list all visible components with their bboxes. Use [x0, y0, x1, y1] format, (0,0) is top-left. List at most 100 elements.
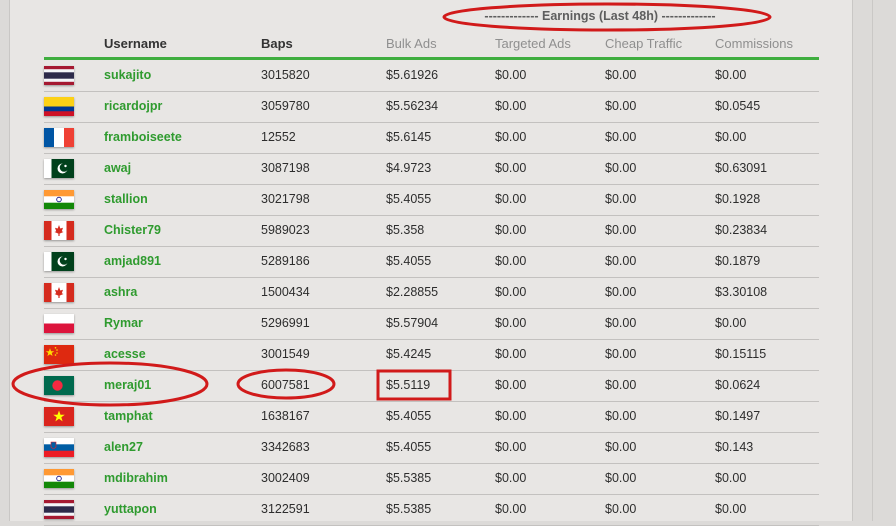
- column-header-username[interactable]: Username: [104, 36, 167, 51]
- username-link[interactable]: sukajito: [104, 68, 151, 82]
- cheap-traffic-cell: $0.00: [605, 347, 637, 361]
- baps-cell: 3001549: [261, 347, 310, 361]
- cheap-traffic-cell: $0.00: [605, 161, 637, 175]
- bulk-ads-cell: $2.28855: [386, 285, 439, 299]
- pakistan-flag: [44, 159, 74, 178]
- username-link[interactable]: tamphat: [104, 409, 153, 423]
- cheap-traffic-cell: $0.00: [605, 223, 637, 237]
- targeted-ads-cell: $0.00: [495, 130, 527, 144]
- targeted-ads-cell: $0.00: [495, 502, 527, 516]
- cheap-traffic-cell: $0.00: [605, 316, 637, 330]
- cheap-traffic-cell: $0.00: [605, 68, 637, 82]
- username-link[interactable]: ricardojpr: [104, 99, 162, 113]
- bulk-ads-cell: $5.57904: [386, 316, 439, 330]
- commissions-cell: $0.00: [715, 68, 747, 82]
- thailand-flag: [44, 66, 74, 85]
- table-row: alen27 3342683 $5.4055 $0.00 $0.00 $0.143: [44, 432, 819, 464]
- commissions-cell: $0.00: [715, 502, 747, 516]
- targeted-ads-cell: $0.00: [495, 192, 527, 206]
- bulk-ads-cell: $5.4245: [386, 347, 432, 361]
- username-link[interactable]: Chister79: [104, 223, 161, 237]
- bulk-ads-cell: $5.5385: [386, 471, 432, 485]
- table-row: awaj 3087198 $4.9723 $0.00 $0.00 $0.63091: [44, 153, 819, 185]
- cheap-traffic-cell: $0.00: [605, 502, 637, 516]
- baps-cell: 3087198: [261, 161, 310, 175]
- baps-cell: 3059780: [261, 99, 310, 113]
- china-flag: [44, 345, 74, 364]
- cheap-traffic-cell: $0.00: [605, 130, 637, 144]
- bulk-ads-cell: $5.5119: [386, 378, 431, 392]
- commissions-cell: $0.143: [715, 440, 754, 454]
- column-header-bulk-ads[interactable]: Bulk Ads: [386, 36, 437, 51]
- commissions-cell: $0.23834: [715, 223, 768, 237]
- commissions-cell: $0.1879: [715, 254, 761, 268]
- username-link[interactable]: acesse: [104, 347, 146, 361]
- username-link[interactable]: framboiseete: [104, 130, 182, 144]
- slovenia-flag: [44, 438, 74, 457]
- cheap-traffic-cell: $0.00: [605, 378, 637, 392]
- india-flag: [44, 190, 74, 209]
- username-link[interactable]: amjad891: [104, 254, 161, 268]
- bulk-ads-cell: $5.61926: [386, 68, 439, 82]
- vietnam-flag: [44, 407, 74, 426]
- thailand-flag: [44, 500, 74, 519]
- table-row: mdibrahim 3002409 $5.5385 $0.00 $0.00 $0.00: [44, 463, 819, 495]
- cheap-traffic-cell: $0.00: [605, 254, 637, 268]
- username-link[interactable]: stallion: [104, 192, 148, 206]
- column-header-baps[interactable]: Baps: [261, 36, 293, 51]
- table-row: tamphat 1638167 $5.4055 $0.00 $0.00 $0.1497: [44, 401, 819, 433]
- commissions-cell: $0.0545: [715, 99, 761, 113]
- username-link[interactable]: mdibrahim: [104, 471, 168, 485]
- table-row: yuttapon 3122591 $5.5385 $0.00 $0.00 $0.00: [44, 494, 819, 526]
- earnings-group-label: ------------- Earnings (Last 48h) ------…: [484, 9, 716, 23]
- targeted-ads-cell: $0.00: [495, 223, 527, 237]
- username-link[interactable]: alen27: [104, 440, 143, 454]
- targeted-ads-cell: $0.00: [495, 440, 527, 454]
- cheap-traffic-cell: $0.00: [605, 192, 637, 206]
- targeted-ads-cell: $0.00: [495, 316, 527, 330]
- column-header-cheap-traffic[interactable]: Cheap Traffic: [605, 36, 682, 51]
- bangladesh-flag: [44, 376, 74, 395]
- baps-cell: 5289186: [261, 254, 310, 268]
- table-row: stallion 3021798 $5.4055 $0.00 $0.00 $0.1928: [44, 184, 819, 216]
- france-flag: [44, 128, 74, 147]
- username-link[interactable]: meraj01: [104, 378, 151, 392]
- targeted-ads-cell: $0.00: [495, 68, 527, 82]
- bulk-ads-cell: $5.5385: [386, 502, 432, 516]
- column-header-targeted-ads[interactable]: Targeted Ads: [495, 36, 571, 51]
- table-row: ashra 1500434 $2.28855 $0.00 $0.00 $3.30108: [44, 277, 819, 309]
- cheap-traffic-cell: $0.00: [605, 471, 637, 485]
- baps-cell: 1638167: [261, 409, 310, 423]
- bulk-ads-cell: $5.56234: [386, 99, 439, 113]
- bulk-ads-cell: $5.4055: [386, 254, 432, 268]
- username-link[interactable]: ashra: [104, 285, 137, 299]
- table-row: meraj01 6007581 $5.5119 $0.00 $0.00 $0.0624: [44, 370, 819, 402]
- username-link[interactable]: Rymar: [104, 316, 143, 330]
- targeted-ads-cell: $0.00: [495, 285, 527, 299]
- column-header-commissions[interactable]: Commissions: [715, 36, 793, 51]
- pakistan-flag: [44, 252, 74, 271]
- table-header: Username Baps Bulk Ads Targeted Ads Chea…: [0, 34, 896, 54]
- cheap-traffic-cell: $0.00: [605, 99, 637, 113]
- baps-cell: 6007581: [261, 378, 310, 392]
- username-link[interactable]: awaj: [104, 161, 131, 175]
- bulk-ads-cell: $5.6145: [386, 130, 432, 144]
- commissions-cell: $0.00: [715, 471, 747, 485]
- baps-cell: 5296991: [261, 316, 310, 330]
- commissions-cell: $3.30108: [715, 285, 768, 299]
- canada-flag: [44, 221, 74, 240]
- baps-cell: 3021798: [261, 192, 310, 206]
- baps-cell: 3342683: [261, 440, 310, 454]
- targeted-ads-cell: $0.00: [495, 378, 527, 392]
- targeted-ads-cell: $0.00: [495, 347, 527, 361]
- poland-flag: [44, 314, 74, 333]
- targeted-ads-cell: $0.00: [495, 99, 527, 113]
- commissions-cell: $0.0624: [715, 378, 761, 392]
- table-row: sukajito 3015820 $5.61926 $0.00 $0.00 $0.00: [44, 60, 819, 92]
- bulk-ads-cell: $5.358: [386, 223, 425, 237]
- baps-cell: 12552: [261, 130, 296, 144]
- username-link[interactable]: yuttapon: [104, 502, 157, 516]
- cheap-traffic-cell: $0.00: [605, 409, 637, 423]
- table-row: acesse 3001549 $5.4245 $0.00 $0.00 $0.15115: [44, 339, 819, 371]
- colombia-flag: [44, 97, 74, 116]
